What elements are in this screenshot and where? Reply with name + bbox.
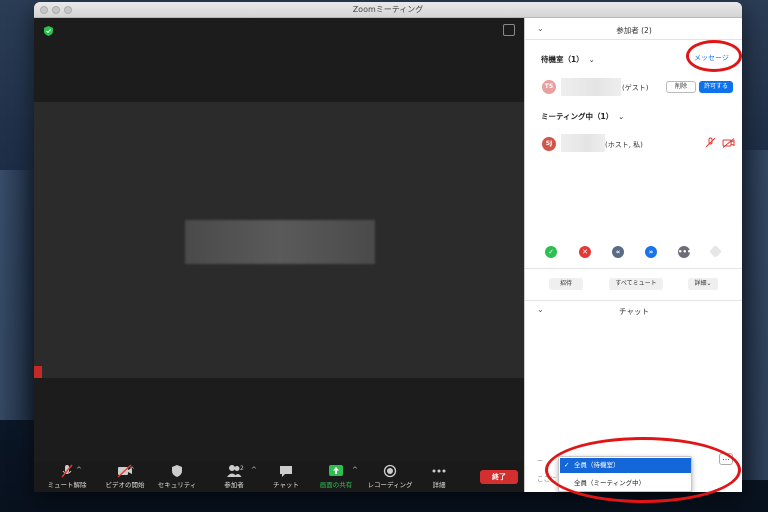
record-icon (383, 464, 397, 478)
reactions-row: ✓ ✕ « » ••• (525, 245, 742, 260)
no-x-icon[interactable]: ✕ (579, 246, 591, 258)
recording-indicator (34, 366, 42, 378)
chat-input[interactable]: ここに (537, 473, 557, 483)
more-options-button[interactable]: 詳細 (424, 462, 454, 489)
mic-muted-icon (61, 464, 73, 478)
waiting-room-section[interactable]: 待機室（1） ⌄ (541, 54, 595, 65)
unmute-button[interactable]: ミュート解除 (36, 462, 98, 489)
participants-options-caret[interactable]: ^ (251, 466, 257, 474)
remove-button[interactable]: 削除 (666, 81, 696, 93)
checkmark-icon: ✓ (564, 461, 570, 469)
chevron-down-icon: ⌄ (706, 280, 712, 287)
chat-header: ⌄ チャット (525, 304, 742, 318)
blurred-name (561, 78, 621, 96)
slower-icon[interactable]: « (612, 246, 624, 258)
in-meeting-section[interactable]: ミーティング中（1） ⌄ (541, 111, 624, 122)
mute-all-button[interactable]: すべてミュート (609, 278, 663, 290)
avatar: TS (542, 80, 556, 94)
more-reactions-icon[interactable]: ••• (678, 246, 691, 258)
security-shield-icon (172, 465, 182, 477)
participants-count: 2 (240, 465, 244, 472)
recording-button[interactable]: レコーディング (362, 462, 418, 489)
video-options-caret[interactable]: ^ (129, 466, 135, 474)
participants-more-button[interactable]: 詳細⌄ (688, 278, 718, 290)
waiting-room-message-button[interactable]: メッセージ (694, 53, 729, 63)
participants-header: ⌄ 参加者 (2) (525, 18, 742, 40)
video-off-icon[interactable] (722, 138, 735, 148)
participants-panel: ⌄ 参加者 (2) 待機室（1） ⌄ メッセージ TS (ゲスト) 削除 許可する… (524, 18, 742, 492)
more-dots-icon (432, 469, 446, 473)
admit-button[interactable]: 許可する (699, 81, 733, 93)
clear-reaction-icon[interactable] (709, 245, 722, 258)
participant-role: (ゲスト) (622, 84, 649, 92)
security-button[interactable]: セキュリティ (152, 462, 202, 489)
chevron-down-icon: ⌄ (618, 113, 625, 121)
chat-button[interactable]: チャット (268, 462, 304, 489)
participant-role: (ホスト, 私) (605, 141, 643, 149)
shield-icon[interactable] (44, 26, 53, 36)
mic-muted-icon[interactable] (705, 137, 716, 148)
share-options-caret[interactable]: ^ (352, 466, 358, 474)
chat-bubble-icon (280, 466, 292, 477)
invite-button[interactable]: 招待 (549, 278, 583, 290)
zoom-meeting-window: Zoomミーティング ミュート解除 ^ ビデオの開始 ^ セキュリティ 参加者 … (34, 2, 742, 492)
chat-recipient-label: ー (537, 458, 544, 465)
share-screen-icon (329, 465, 343, 476)
video-area (34, 18, 524, 462)
start-video-button[interactable]: ビデオの開始 (90, 462, 160, 489)
participants-button[interactable]: 参加者 (214, 462, 254, 489)
desktop-background-right (740, 150, 768, 480)
blurred-name (561, 134, 605, 152)
recipient-option-in-meeting[interactable]: 全員（ミーティング中） (560, 476, 691, 491)
blurred-participant-name (185, 220, 375, 264)
avatar: SJ (542, 137, 556, 151)
participants-title: 参加者 (2) (616, 26, 652, 35)
title-bar[interactable]: Zoomミーティング (34, 2, 742, 18)
meeting-toolbar: ミュート解除 ^ ビデオの開始 ^ セキュリティ 参加者 2 ^ チャット 画面… (34, 462, 524, 492)
audio-options-caret[interactable]: ^ (76, 466, 82, 474)
chevron-down-icon: ⌄ (588, 56, 595, 64)
recipient-option-waiting-room[interactable]: ✓ 全員（待機室） (560, 458, 691, 473)
window-title: Zoomミーティング (352, 5, 424, 14)
fullscreen-icon[interactable] (503, 24, 515, 36)
chat-more-button[interactable]: ... (719, 453, 733, 465)
yes-check-icon[interactable]: ✓ (545, 246, 557, 258)
chat-recipient-dropdown[interactable]: ✓ 全員（待機室） 全員（ミーティング中） (558, 456, 692, 492)
faster-icon[interactable]: » (645, 246, 657, 258)
end-meeting-button[interactable]: 終了 (480, 470, 518, 484)
chat-title: チャット (619, 307, 649, 316)
